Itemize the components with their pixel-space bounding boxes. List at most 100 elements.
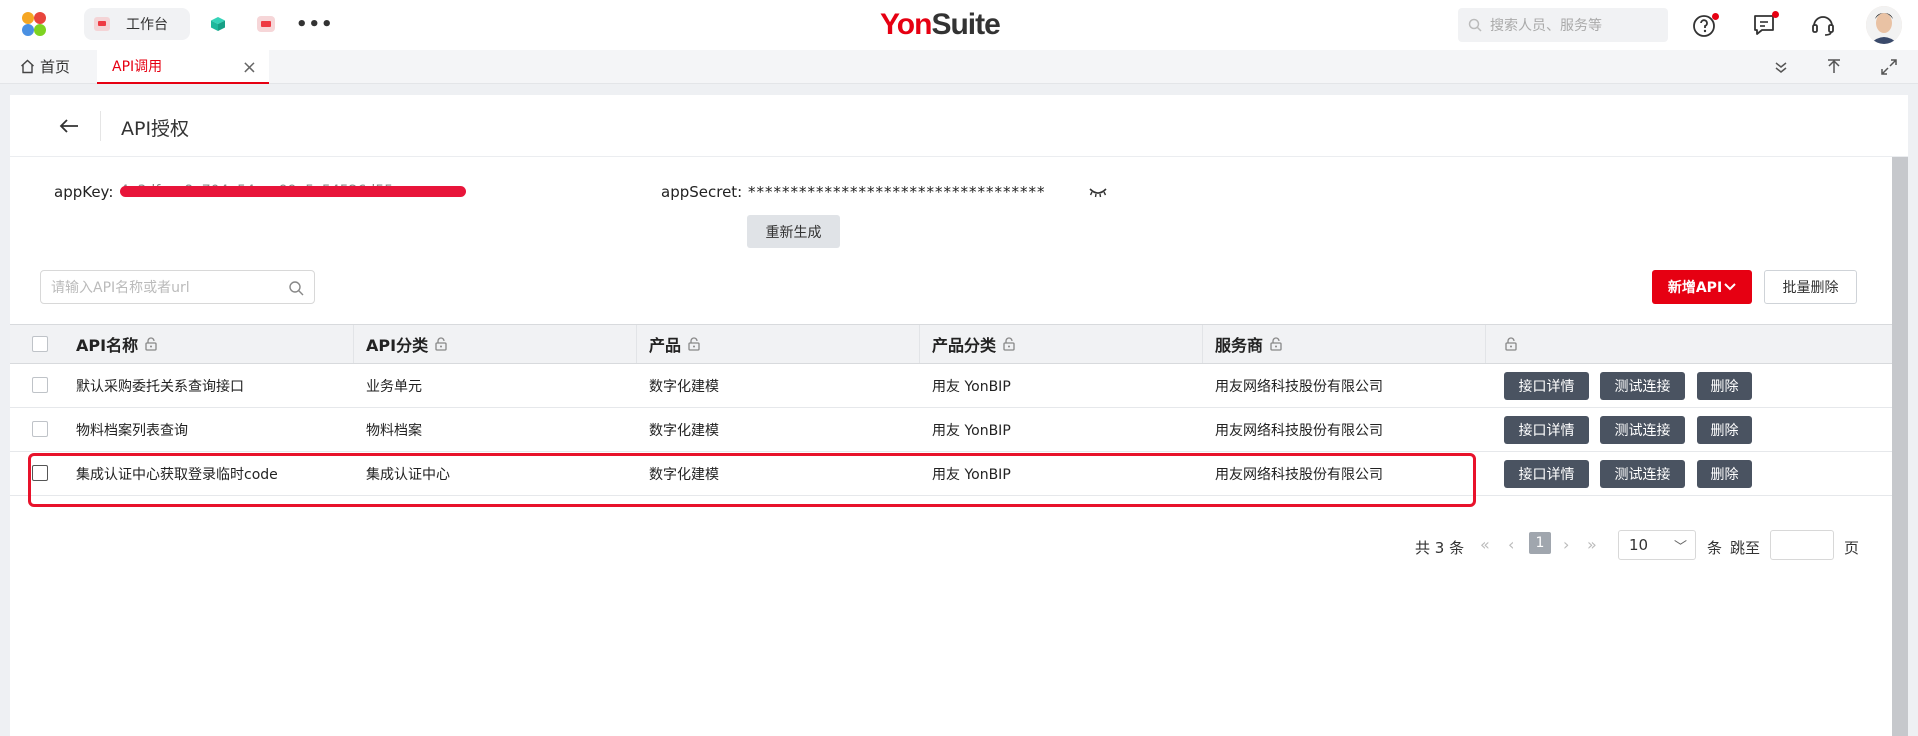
table-row[interactable]: 默认采购委托关系查询接口 业务单元 数字化建模 用友 YonBIP 用友网络科技… [10,364,1892,408]
app-shortcut-icon[interactable] [257,16,275,32]
first-page-icon[interactable]: « [1480,535,1490,554]
tabs-bar: 首页 API调用 × [0,50,1918,84]
add-api-button[interactable]: 新增API [1652,270,1752,304]
table-header: API名称 API分类 产品 产品分类 服务商 [10,324,1892,364]
column-header-product-category[interactable]: 产品分类 [920,325,1203,363]
api-detail-button[interactable]: 接口详情 [1504,416,1589,444]
help-badge [1712,13,1719,20]
cell-product-category: 用友 YonBIP [932,378,1011,395]
eye-closed-icon[interactable] [1088,184,1108,198]
column-header-label: 服务商 [1215,336,1264,355]
test-connection-button[interactable]: 测试连接 [1600,416,1685,444]
cell-vendor: 用友网络科技股份有限公司 [1215,378,1383,395]
close-icon[interactable]: × [242,57,257,78]
avatar-image-icon [1866,6,1902,44]
table-row[interactable]: 物料档案列表查询 物料档案 数字化建模 用友 YonBIP 用友网络科技股份有限… [10,408,1892,452]
unlock-icon[interactable] [434,337,448,351]
main-card: API授权 appKey: 4e3dfecc8e704e54acc99a5c54… [10,95,1908,736]
cell-api-category: 物料档案 [366,422,422,439]
redaction-mark [120,186,466,197]
api-detail-button[interactable]: 接口详情 [1504,460,1589,488]
unlock-icon[interactable] [1504,337,1518,351]
brand-text-yon: Yon [880,8,932,41]
delete-button[interactable]: 删除 [1697,372,1752,400]
pagination-total: 共 3 条 [1415,538,1465,557]
column-header-api-category[interactable]: API分类 [354,325,637,363]
page-size-select[interactable]: 10 ﹀ [1618,530,1696,560]
batch-delete-button[interactable]: 批量删除 [1764,270,1857,304]
unlock-icon[interactable] [1002,337,1016,351]
jump-label: 跳至 [1730,538,1761,557]
page-label: 页 [1844,538,1860,557]
unlock-icon[interactable] [144,337,158,351]
page-jump-input[interactable] [1770,530,1834,560]
delete-button[interactable]: 删除 [1697,416,1752,444]
brand-logo: YonSuite [880,8,1001,42]
column-header-api-name[interactable]: API名称 [64,325,354,363]
chevron-double-down-icon[interactable] [1772,58,1790,76]
page-size-value: 10 [1629,536,1649,554]
select-all-checkbox[interactable] [32,336,48,352]
message-badge [1772,11,1779,18]
row-checkbox[interactable] [32,421,48,437]
cell-api-name: 物料档案列表查询 [76,422,188,439]
column-header-label: API分类 [366,336,429,355]
global-search-input[interactable]: 搜索人员、服务等 [1458,8,1668,42]
home-icon [21,59,34,74]
more-icon[interactable]: ••• [296,14,334,35]
cell-vendor: 用友网络科技股份有限公司 [1215,422,1383,439]
page-number-current[interactable]: 1 [1529,532,1551,554]
cell-product: 数字化建模 [649,378,719,395]
unlock-icon[interactable] [1269,337,1283,351]
unlock-icon[interactable] [687,337,701,351]
headset-icon[interactable] [1810,12,1836,38]
cell-api-name: 默认采购委托关系查询接口 [76,378,244,395]
column-header-product[interactable]: 产品 [637,325,920,363]
back-arrow-icon[interactable] [58,115,80,137]
chevron-down-icon [1724,283,1736,291]
workbench-icon [94,17,110,31]
upload-icon[interactable] [1825,58,1843,76]
appsecret-label: appSecret: [661,183,743,201]
user-avatar[interactable] [1866,6,1902,44]
cell-api-category: 业务单元 [366,378,422,395]
page-header: API授权 [10,95,1908,157]
appkey-label: appKey: [54,183,114,201]
api-search-placeholder: 请输入API名称或者url [51,280,190,296]
regenerate-button[interactable]: 重新生成 [747,215,840,248]
header-divider [100,111,101,141]
delete-button[interactable]: 删除 [1697,460,1752,488]
fullscreen-icon[interactable] [1880,58,1898,76]
cube-icon[interactable] [210,16,226,32]
column-header-label: 产品 [649,336,682,355]
brand-text-suite: Suite [931,8,1000,41]
test-connection-button[interactable]: 测试连接 [1600,372,1685,400]
column-header-label: API名称 [76,336,139,355]
api-search-input[interactable]: 请输入API名称或者url [40,270,315,304]
workbench-label: 工作台 [126,17,168,33]
search-icon[interactable] [288,280,304,296]
next-page-icon[interactable]: › [1563,535,1569,554]
api-detail-button[interactable]: 接口详情 [1504,372,1589,400]
test-connection-button[interactable]: 测试连接 [1600,460,1685,488]
highlight-annotation [28,453,1476,507]
column-header-actions [1486,325,1892,363]
row-checkbox[interactable] [32,377,48,393]
chevron-down-icon: ﹀ [1673,540,1687,555]
tab-home-label: 首页 [40,58,71,76]
cell-product-category: 用友 YonBIP [932,422,1011,439]
tab-api-call-label: API调用 [112,59,163,75]
page-title: API授权 [121,118,190,140]
tab-home[interactable]: 首页 [20,56,70,77]
appsecret-value: *********************************** [748,183,1046,201]
prev-page-icon[interactable]: ‹ [1508,535,1514,554]
column-header-vendor[interactable]: 服务商 [1203,325,1486,363]
app-logo-icon[interactable] [20,12,50,38]
scrollbar[interactable] [1892,157,1908,736]
column-header-label: 产品分类 [932,336,997,355]
workbench-nav[interactable]: 工作台 [84,8,190,40]
top-bar: 工作台 ••• YonSuite 搜索人员、服务等 [0,0,1918,50]
add-api-label: 新增API [1667,280,1723,296]
tab-api-call[interactable]: API调用 × [97,50,269,84]
last-page-icon[interactable]: » [1587,535,1597,554]
